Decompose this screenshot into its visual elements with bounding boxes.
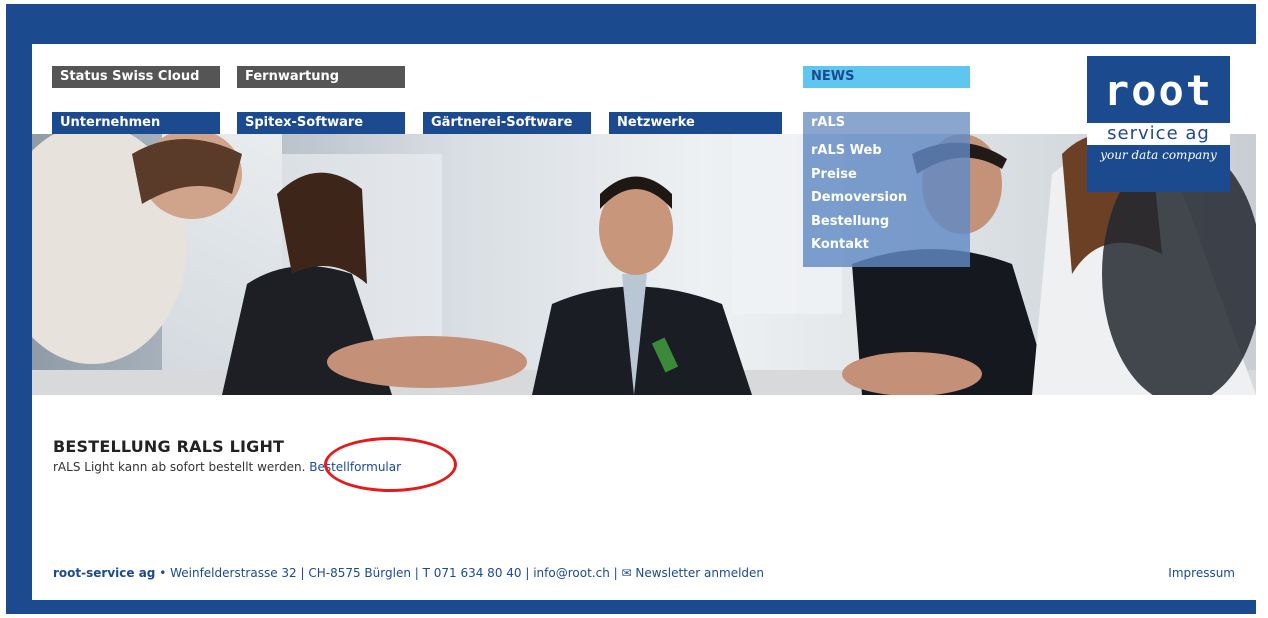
submenu-item-demoversion[interactable]: Demoversion bbox=[803, 186, 970, 210]
footer-email-link[interactable]: info@root.ch bbox=[533, 566, 610, 580]
nav-rals[interactable]: rALS bbox=[803, 112, 970, 134]
logo-wordmark: root bbox=[1103, 66, 1214, 115]
footer-company: root-service ag bbox=[53, 566, 156, 580]
highlight-annotation bbox=[324, 437, 457, 492]
logo-tagline: your data company bbox=[1100, 148, 1217, 162]
impressum-link[interactable]: Impressum bbox=[1168, 566, 1235, 580]
nav-netzwerke[interactable]: Netzwerke bbox=[609, 112, 782, 134]
footer-separator: • bbox=[155, 566, 171, 580]
logo-subtitle: service ag bbox=[1087, 123, 1230, 145]
footer: root-service ag • Weinfelderstrasse 32 |… bbox=[53, 566, 1235, 580]
page-container: Status Swiss Cloud Fernwartung NEWS Unte… bbox=[32, 44, 1256, 600]
nav-news[interactable]: NEWS bbox=[803, 66, 970, 88]
nav-fernwartung[interactable]: Fernwartung bbox=[237, 66, 405, 88]
submenu-item-preise[interactable]: Preise bbox=[803, 163, 970, 187]
submenu-item-kontakt[interactable]: Kontakt bbox=[803, 233, 970, 257]
nav-unternehmen[interactable]: Unternehmen bbox=[52, 112, 220, 134]
nav-status-swiss-cloud[interactable]: Status Swiss Cloud bbox=[52, 66, 220, 88]
page-frame: Status Swiss Cloud Fernwartung NEWS Unte… bbox=[6, 4, 1256, 614]
root-logo[interactable]: root service ag your data company bbox=[1087, 56, 1230, 192]
newsletter-link[interactable]: Newsletter anmelden bbox=[635, 566, 764, 580]
footer-pipe: | bbox=[609, 566, 622, 580]
nav-spitex-software[interactable]: Spitex-Software bbox=[237, 112, 405, 134]
rals-submenu: rALS Web Preise Demoversion Bestellung K… bbox=[803, 134, 970, 267]
hero-photo bbox=[32, 134, 1256, 395]
submenu-item-rals-web[interactable]: rALS Web bbox=[803, 139, 970, 163]
content-text: rALS Light kann ab sofort bestellt werde… bbox=[53, 460, 310, 474]
submenu-item-bestellung[interactable]: Bestellung bbox=[803, 210, 970, 234]
page-title: BESTELLUNG RALS LIGHT bbox=[53, 437, 285, 456]
nav-gaertnerei-software[interactable]: Gärtnerei-Software bbox=[423, 112, 591, 134]
hero-image bbox=[32, 134, 1256, 395]
footer-address: Weinfelderstrasse 32 | CH-8575 Bürglen |… bbox=[170, 566, 534, 580]
envelope-icon[interactable]: ✉ bbox=[621, 566, 631, 580]
